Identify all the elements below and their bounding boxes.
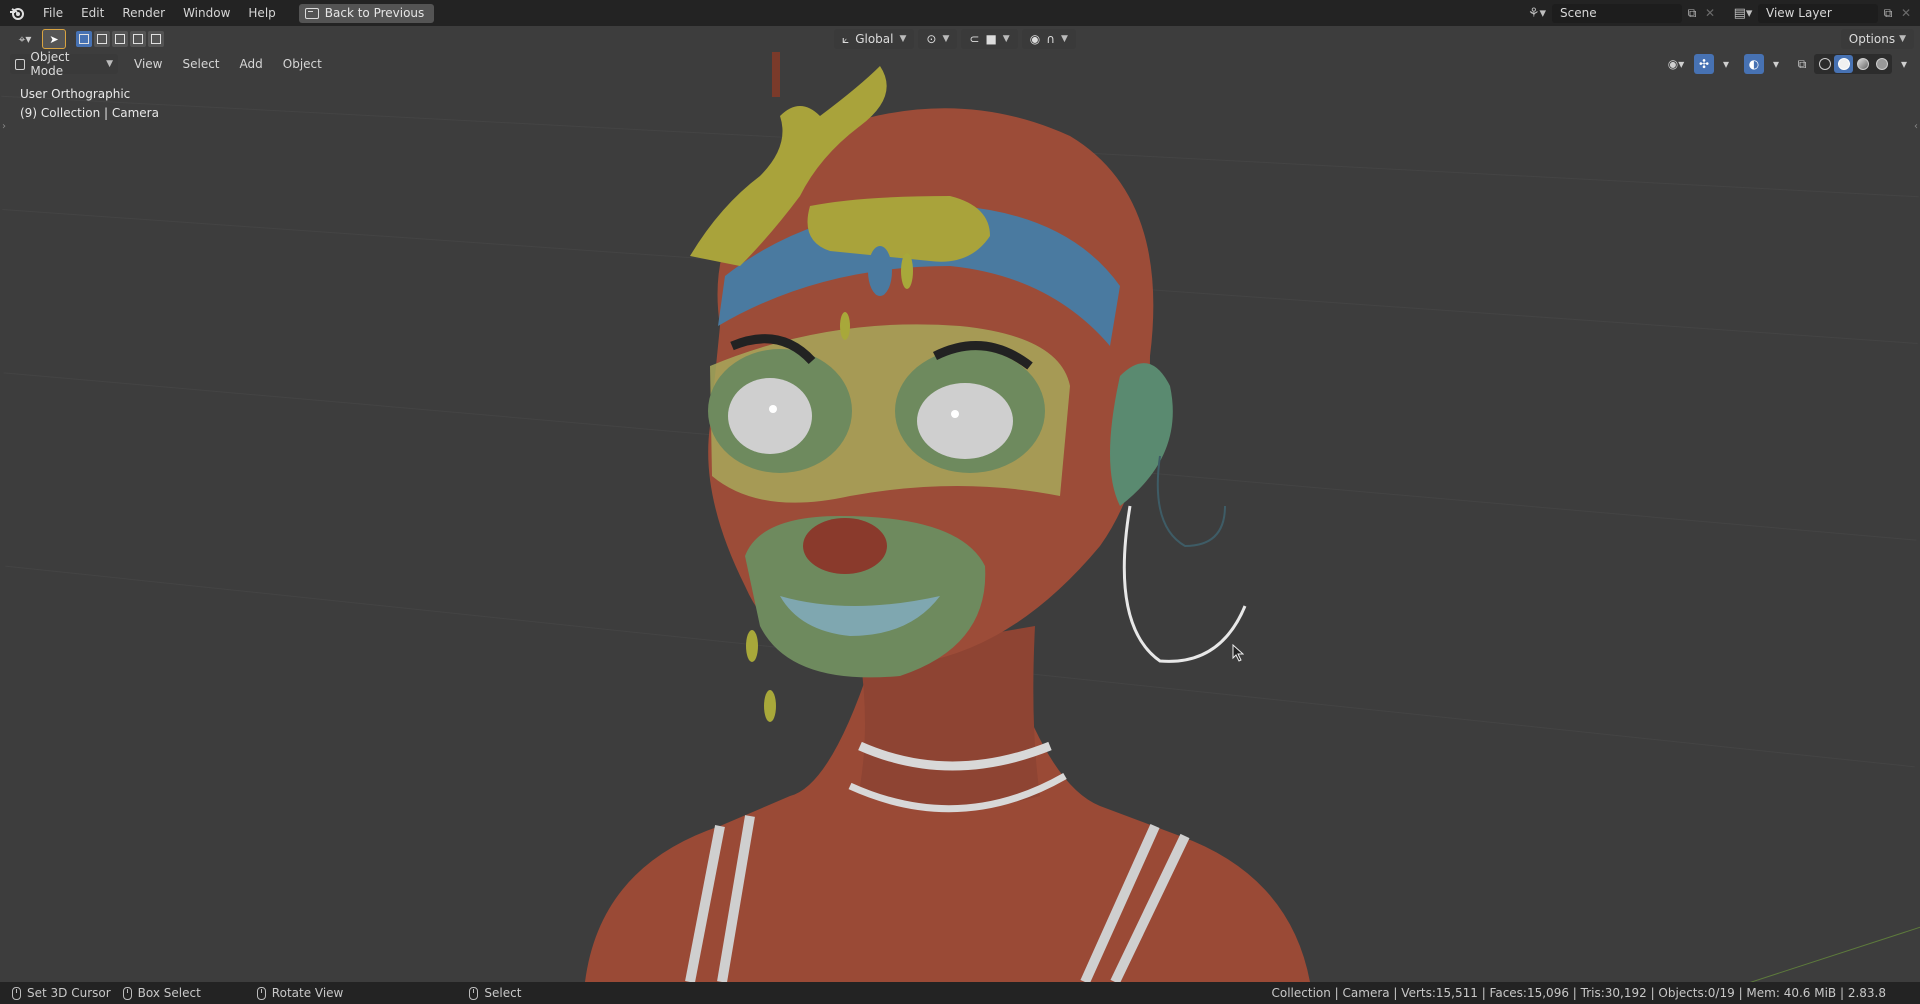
mouse-left-icon bbox=[12, 986, 21, 1000]
xray-toggle-icon[interactable]: ⧉ bbox=[1792, 54, 1812, 74]
menu-object[interactable]: Object bbox=[273, 54, 332, 74]
status-label: Rotate View bbox=[271, 986, 344, 1000]
view-layer-icon[interactable]: ▤▾ bbox=[1728, 3, 1758, 23]
mouse-right-icon bbox=[469, 986, 479, 1000]
gizmo-icon[interactable]: ✣ bbox=[1694, 54, 1714, 74]
viewport-display-controls: ◉▾ ✣ ▾ ◐ ▾ ⧉ ▾ bbox=[1666, 54, 1914, 74]
toolbar-expand-arrow-icon[interactable]: › bbox=[2, 121, 6, 132]
options-label: Options bbox=[1848, 32, 1896, 46]
status-label: Select bbox=[484, 986, 522, 1000]
object-mode-icon bbox=[15, 58, 26, 70]
options-dropdown[interactable]: Options ▼ bbox=[1840, 29, 1914, 49]
snap-target-icon: ■ bbox=[985, 32, 997, 46]
menu-window[interactable]: Window bbox=[174, 0, 239, 26]
menu-file[interactable]: File bbox=[34, 0, 72, 26]
chevron-down-icon: ▼ bbox=[942, 34, 950, 44]
falloff-curve-icon: ∩ bbox=[1046, 32, 1055, 46]
orientation-axes-icon: ⟀ bbox=[842, 31, 850, 46]
editor-type-icon[interactable]: ⌖▾ bbox=[8, 29, 42, 49]
visibility-eye-icon[interactable]: ◉▾ bbox=[1666, 54, 1686, 74]
wireframe-shading-icon[interactable] bbox=[1815, 55, 1834, 73]
blender-logo-icon[interactable] bbox=[0, 0, 34, 26]
screen-back-icon bbox=[304, 7, 319, 19]
select-tool-icon[interactable]: ➤ bbox=[42, 29, 66, 49]
material-preview-shading-icon[interactable] bbox=[1853, 55, 1872, 73]
transform-tools: ⟀ Global ▼ ⊙ ▼ ⊂ ■ ▼ ◉ ∩ ▼ bbox=[834, 29, 1076, 49]
scene-icon[interactable]: ⚘▾ bbox=[1522, 3, 1552, 23]
select-intersect-icon[interactable] bbox=[148, 31, 164, 47]
mouse-cursor-icon bbox=[1232, 644, 1244, 662]
proportional-edit-dropdown[interactable]: ◉ ∩ ▼ bbox=[1021, 29, 1076, 49]
status-box-select: Box Select bbox=[122, 986, 201, 1000]
chevron-down-icon: ▼ bbox=[106, 59, 113, 69]
object-mode-dropdown[interactable]: Object Mode ▼ bbox=[10, 50, 118, 78]
new-view-layer-icon[interactable]: ⧉ bbox=[1878, 4, 1898, 23]
shading-dropdown-icon[interactable]: ▾ bbox=[1894, 54, 1914, 74]
chevron-down-icon: ▼ bbox=[1899, 34, 1906, 44]
selection-mode-group bbox=[76, 31, 164, 47]
menu-view[interactable]: View bbox=[124, 54, 172, 74]
collection-info-label: (9) Collection | Camera bbox=[20, 106, 159, 120]
magnet-icon: ⊂ bbox=[969, 32, 980, 46]
menu-add[interactable]: Add bbox=[230, 54, 273, 74]
mode-label: Object Mode bbox=[30, 50, 70, 78]
select-subtract-icon[interactable] bbox=[112, 31, 128, 47]
mouse-drag-icon bbox=[122, 986, 132, 1000]
solid-shading-icon[interactable] bbox=[1834, 55, 1853, 73]
transform-orientation-dropdown[interactable]: ⟀ Global ▼ bbox=[834, 29, 915, 49]
pivot-point-dropdown[interactable]: ⊙ ▼ bbox=[918, 29, 958, 49]
delete-scene-icon[interactable]: ✕ bbox=[1702, 6, 1718, 20]
back-button-label: Back to Previous bbox=[324, 6, 425, 20]
top-menu-bar: File Edit Render Window Help Back to Pre… bbox=[0, 0, 1920, 26]
proportional-edit-icon: ◉ bbox=[1029, 32, 1041, 46]
menu-edit[interactable]: Edit bbox=[72, 0, 113, 26]
shading-mode-group bbox=[1814, 54, 1892, 74]
status-set-3d-cursor: Set 3D Cursor bbox=[12, 986, 111, 1000]
status-bar: Set 3D Cursor Box Select Rotate View Sel… bbox=[0, 982, 1920, 1004]
select-extend-icon[interactable] bbox=[94, 31, 110, 47]
status-label: Box Select bbox=[137, 986, 201, 1000]
viewport-header: ⌖▾ ➤ ⟀ Global ▼ ⊙ ▼ ⊂ ■ ▼ ◉ ∩ ▼ Options … bbox=[0, 26, 1920, 52]
status-label: Set 3D Cursor bbox=[27, 986, 111, 1000]
chevron-down-icon: ▼ bbox=[899, 34, 907, 44]
select-new-icon[interactable] bbox=[76, 31, 92, 47]
chevron-down-icon: ▼ bbox=[1002, 34, 1010, 44]
delete-view-layer-icon[interactable]: ✕ bbox=[1898, 6, 1914, 20]
pivot-icon: ⊙ bbox=[926, 32, 937, 46]
menu-select[interactable]: Select bbox=[172, 54, 229, 74]
scene-selector-area: ⚘▾ Scene ⧉ ✕ ▤▾ View Layer ⧉ ✕ bbox=[1522, 0, 1920, 26]
character-model[interactable] bbox=[0, 26, 1920, 982]
rendered-shading-icon[interactable] bbox=[1872, 55, 1891, 73]
sidebar-expand-arrow-icon[interactable]: ‹ bbox=[1914, 121, 1918, 132]
menu-render[interactable]: Render bbox=[113, 0, 174, 26]
new-scene-icon[interactable]: ⧉ bbox=[1682, 4, 1702, 23]
scene-name-field[interactable]: Scene bbox=[1552, 3, 1682, 23]
overlays-icon[interactable]: ◐ bbox=[1744, 54, 1764, 74]
3d-viewport[interactable]: ⌖▾ ➤ ⟀ Global ▼ ⊙ ▼ ⊂ ■ ▼ ◉ ∩ ▼ Options … bbox=[0, 26, 1920, 982]
view-name-label: User Orthographic bbox=[20, 87, 131, 101]
back-to-previous-button[interactable]: Back to Previous bbox=[298, 3, 435, 23]
select-invert-icon[interactable] bbox=[130, 31, 146, 47]
gizmo-dropdown-icon[interactable]: ▾ bbox=[1716, 54, 1736, 74]
viewport-header-menus: Object Mode ▼ View Select Add Object bbox=[0, 50, 1920, 78]
overlays-dropdown-icon[interactable]: ▾ bbox=[1766, 54, 1786, 74]
orientation-label: Global bbox=[855, 32, 894, 46]
mouse-middle-icon bbox=[256, 986, 266, 1000]
view-layer-field[interactable]: View Layer bbox=[1758, 3, 1878, 23]
chevron-down-icon: ▼ bbox=[1061, 34, 1068, 44]
snap-dropdown[interactable]: ⊂ ■ ▼ bbox=[961, 29, 1018, 49]
scene-statistics: Collection | Camera | Verts:15,511 | Fac… bbox=[1271, 986, 1887, 1000]
status-rotate-view: Rotate View bbox=[256, 986, 344, 1000]
status-select: Select bbox=[469, 986, 521, 1000]
menu-help[interactable]: Help bbox=[239, 0, 284, 26]
